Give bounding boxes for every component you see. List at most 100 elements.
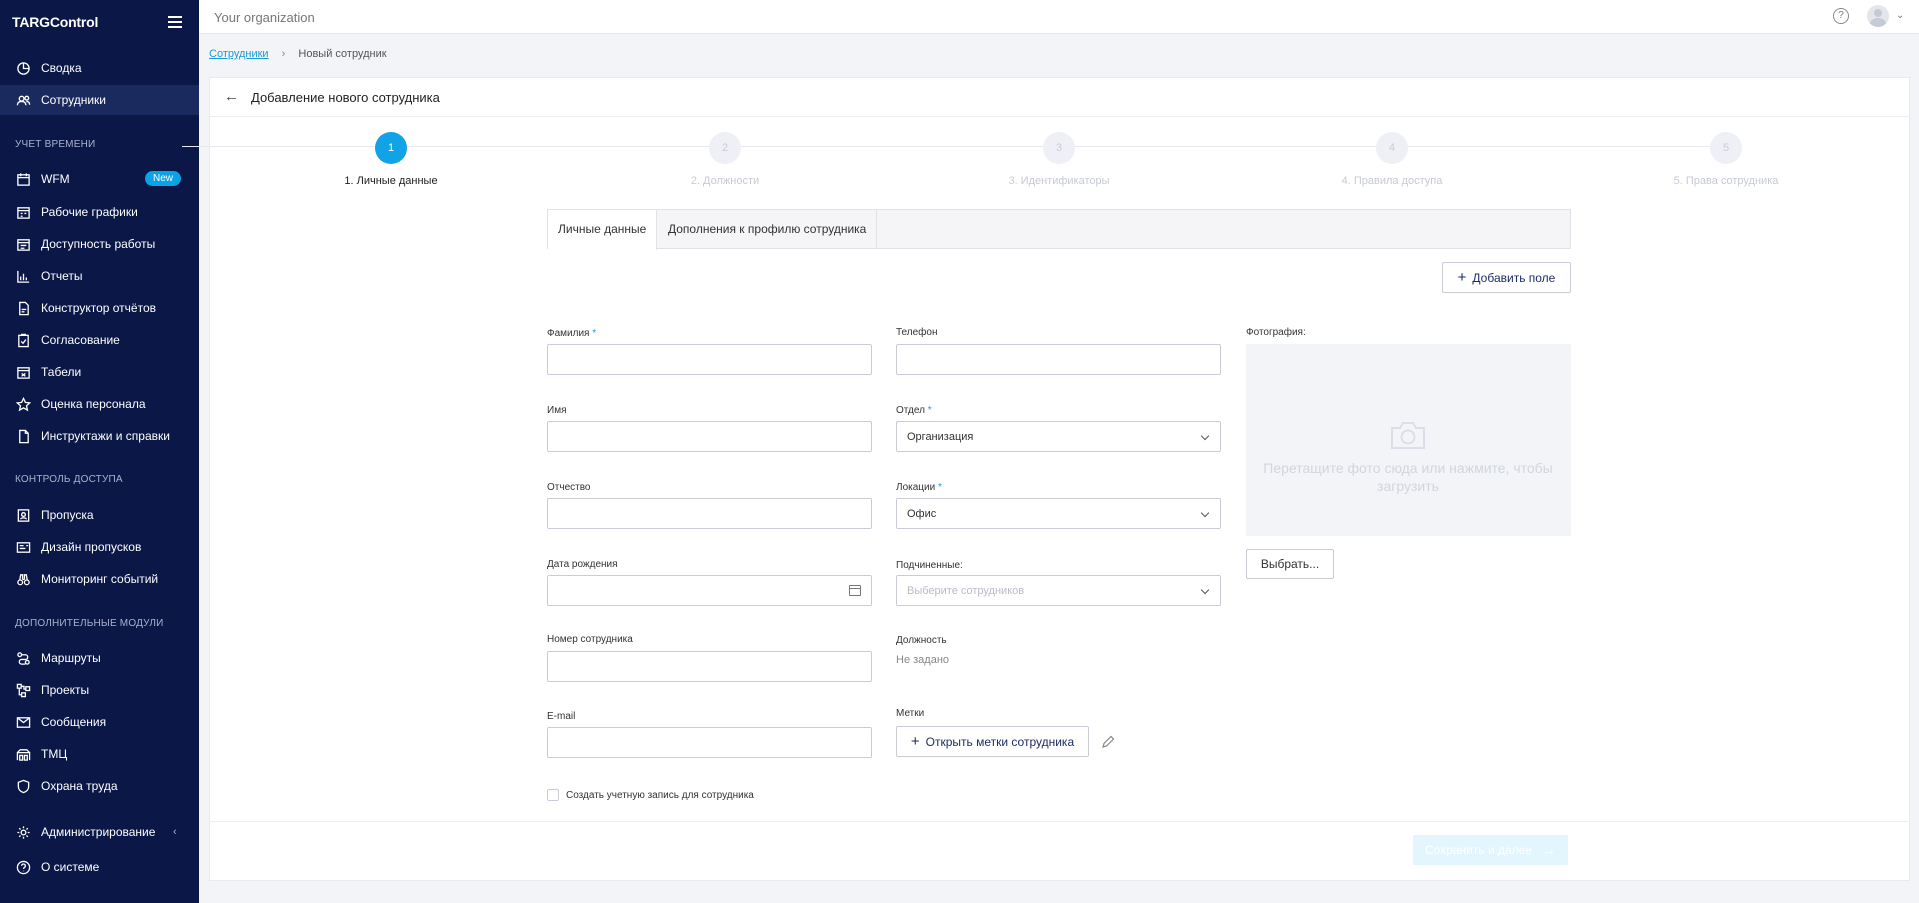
- step-personal-data[interactable]: 1 1. Личные данные: [291, 132, 491, 187]
- sidebar-item-routes[interactable]: Маршруты: [0, 643, 199, 673]
- schedule-icon: [15, 204, 31, 220]
- sidebar-item-work-schedules[interactable]: Рабочие графики: [0, 197, 199, 227]
- sidebar-item-label: Рабочие графики: [41, 205, 138, 219]
- section-time-tracking: Учет времени: [15, 139, 96, 150]
- mail-icon: [15, 714, 31, 730]
- help-icon[interactable]: ?: [1833, 8, 1849, 24]
- step-positions[interactable]: 2 2. Должности: [625, 132, 825, 187]
- email-label: E-mail: [547, 711, 576, 722]
- sidebar-item-label: Табели: [41, 365, 82, 379]
- birth-date-input[interactable]: [547, 575, 872, 606]
- step-number: 2: [709, 132, 741, 164]
- step-number: 5: [1710, 132, 1742, 164]
- add-field-button[interactable]: + Добавить поле: [1442, 262, 1571, 293]
- middle-name-input[interactable]: [547, 498, 872, 529]
- open-tags-button[interactable]: + Открыть метки сотрудника: [896, 726, 1089, 757]
- step-number: 3: [1043, 132, 1075, 164]
- footer-divider: [209, 821, 1910, 822]
- sidebar-item-label: Охрана труда: [41, 779, 118, 793]
- new-badge: New: [145, 171, 182, 186]
- sidebar-item-labor-safety[interactable]: Охрана труда: [0, 771, 199, 801]
- step-label: 3. Идентификаторы: [1008, 175, 1110, 187]
- sidebar-item-label: Сводка: [41, 61, 82, 75]
- avatar[interactable]: [1867, 5, 1889, 27]
- back-arrow-icon[interactable]: ←: [224, 88, 239, 105]
- sidebar-item-employees[interactable]: Сотрудники: [0, 85, 199, 115]
- step-label: 2. Должности: [690, 175, 760, 187]
- section-access-control: Контроль доступа: [15, 474, 123, 485]
- choose-photo-button[interactable]: Выбрать...: [1246, 549, 1334, 579]
- sidebar-item-inventory[interactable]: ТМЦ: [0, 739, 199, 769]
- phone-label: Телефон: [896, 327, 938, 338]
- sidebar-item-label: Оценка персонала: [41, 397, 146, 411]
- step-employee-rights[interactable]: 5 5. Права сотрудника: [1626, 132, 1826, 187]
- sidebar-item-pass-design[interactable]: Дизайн пропусков: [0, 532, 199, 562]
- required-mark: *: [937, 482, 942, 493]
- tab-personal-data[interactable]: Личные данные: [548, 210, 658, 250]
- binoculars-icon: [15, 571, 31, 587]
- department-label: Отдел *: [896, 405, 932, 416]
- position-value: Не задано: [896, 654, 950, 666]
- star-icon: [15, 396, 31, 412]
- pencil-icon[interactable]: [1101, 735, 1115, 749]
- save-next-button[interactable]: Сохранить и далее →: [1413, 835, 1568, 865]
- projects-icon: [15, 682, 31, 698]
- phone-input[interactable]: [896, 344, 1221, 375]
- sidebar-item-administration[interactable]: Администрирование ‹: [0, 817, 199, 847]
- organization-name[interactable]: Your organization: [214, 10, 315, 25]
- sidebar-item-label: Администрирование: [41, 825, 156, 839]
- middle-name-label: Отчество: [547, 482, 591, 493]
- open-tags-label: Открыть метки сотрудника: [925, 734, 1075, 749]
- sidebar-item-event-monitoring[interactable]: Мониторинг событий: [0, 564, 199, 594]
- step-identifiers[interactable]: 3 3. Идентификаторы: [959, 132, 1159, 187]
- last-name-label: Фамилия *: [547, 328, 597, 339]
- breadcrumb: Сотрудники › Новый сотрудник: [209, 48, 387, 60]
- step-access-rules[interactable]: 4 4. Правила доступа: [1292, 132, 1492, 187]
- sidebar-item-label: Мониторинг событий: [41, 572, 159, 586]
- bar-chart-icon: [15, 268, 31, 284]
- photo-dropzone[interactable]: Перетащите фото сюда или нажмите, чтобы …: [1246, 344, 1571, 536]
- required-mark: *: [592, 328, 597, 339]
- sidebar-item-staff-evaluation[interactable]: Оценка персонала: [0, 389, 199, 419]
- sidebar-item-label: Сообщения: [41, 715, 107, 729]
- calendar-icon[interactable]: [849, 585, 861, 596]
- sidebar-item-messages[interactable]: Сообщения: [0, 707, 199, 737]
- sidebar-item-label: Маршруты: [41, 651, 101, 665]
- department-select[interactable]: Организация: [896, 421, 1221, 452]
- subordinates-select[interactable]: Выберите сотрудников: [896, 575, 1221, 606]
- location-select[interactable]: Офис: [896, 498, 1221, 529]
- brand-logo: TARGControl: [12, 14, 99, 30]
- sidebar-item-timesheets[interactable]: Табели: [0, 357, 199, 387]
- required-mark: *: [927, 405, 932, 416]
- sidebar-item-summary[interactable]: Сводка: [0, 53, 199, 83]
- sidebar-item-availability[interactable]: Доступность работы: [0, 229, 199, 259]
- report-builder-icon: [15, 300, 31, 316]
- page-title: Добавление нового сотрудника: [251, 90, 440, 105]
- profile-tabs: Личные данные Дополнения к профилю сотру…: [547, 209, 1571, 250]
- sidebar-item-about[interactable]: О системе: [0, 852, 199, 882]
- sidebar-item-wfm[interactable]: WFM New: [0, 164, 199, 194]
- employee-number-input[interactable]: [547, 651, 872, 682]
- sidebar-item-projects[interactable]: Проекты: [0, 675, 199, 705]
- sidebar-item-label: Дизайн пропусков: [41, 540, 142, 554]
- subordinates-label: Подчиненные:: [896, 560, 963, 571]
- sidebar-item-reports[interactable]: Отчеты: [0, 261, 199, 291]
- breadcrumb-employees-link[interactable]: Сотрудники: [209, 48, 269, 60]
- shield-icon: [15, 778, 31, 794]
- menu-toggle-icon[interactable]: [168, 16, 182, 28]
- sidebar-item-briefings[interactable]: Инструктажи и справки: [0, 421, 199, 451]
- last-name-input[interactable]: [547, 344, 872, 375]
- tab-profile-extras[interactable]: Дополнения к профилю сотрудника: [658, 210, 878, 249]
- section-extra-modules: Дополнительные модули: [15, 618, 164, 629]
- first-name-input[interactable]: [547, 421, 872, 452]
- sidebar-item-passes[interactable]: Пропуска: [0, 500, 199, 530]
- create-account-checkbox[interactable]: [547, 789, 559, 801]
- location-label: Локации *: [896, 482, 942, 493]
- sidebar-item-label: WFM: [41, 172, 70, 186]
- sidebar-item-approval[interactable]: Согласование: [0, 325, 199, 355]
- email-input[interactable]: [547, 727, 872, 758]
- chevron-down-icon[interactable]: ⌄: [1896, 10, 1904, 21]
- camera-icon: [1389, 420, 1427, 451]
- sidebar-item-report-builder[interactable]: Конструктор отчётов: [0, 293, 199, 323]
- position-label: Должность: [896, 635, 947, 646]
